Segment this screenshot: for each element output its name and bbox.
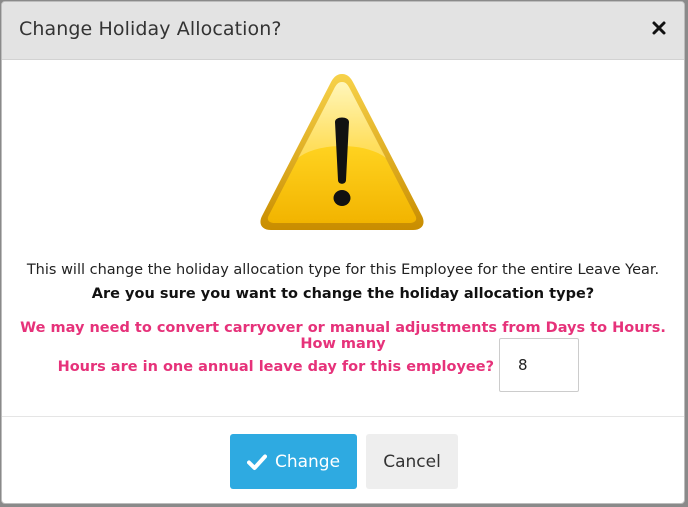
check-icon bbox=[246, 454, 267, 470]
info-message: This will change the holiday allocation … bbox=[26, 262, 660, 278]
dialog-footer: Change Cancel bbox=[2, 416, 684, 503]
change-button-label: Change bbox=[274, 451, 341, 472]
change-holiday-allocation-dialog: Change Holiday Allocation? This will cha… bbox=[1, 1, 685, 504]
dialog-header: Change Holiday Allocation? bbox=[2, 2, 684, 60]
dialog-body: This will change the holiday allocation … bbox=[2, 60, 684, 416]
hours-per-day-label: Hours are in one annual leave day for th… bbox=[57, 359, 494, 375]
dialog-title: Change Holiday Allocation? bbox=[19, 18, 282, 40]
hours-per-day-input[interactable] bbox=[499, 338, 579, 392]
change-button[interactable]: Change bbox=[230, 434, 357, 489]
warning-triangle-icon bbox=[260, 74, 424, 230]
conversion-note: We may need to convert carryover or manu… bbox=[20, 320, 666, 352]
cancel-button[interactable]: Cancel bbox=[366, 434, 458, 489]
cancel-button-label: Cancel bbox=[383, 451, 441, 472]
close-icon[interactable] bbox=[651, 20, 667, 36]
confirmation-question: Are you sure you want to change the holi… bbox=[91, 286, 595, 302]
